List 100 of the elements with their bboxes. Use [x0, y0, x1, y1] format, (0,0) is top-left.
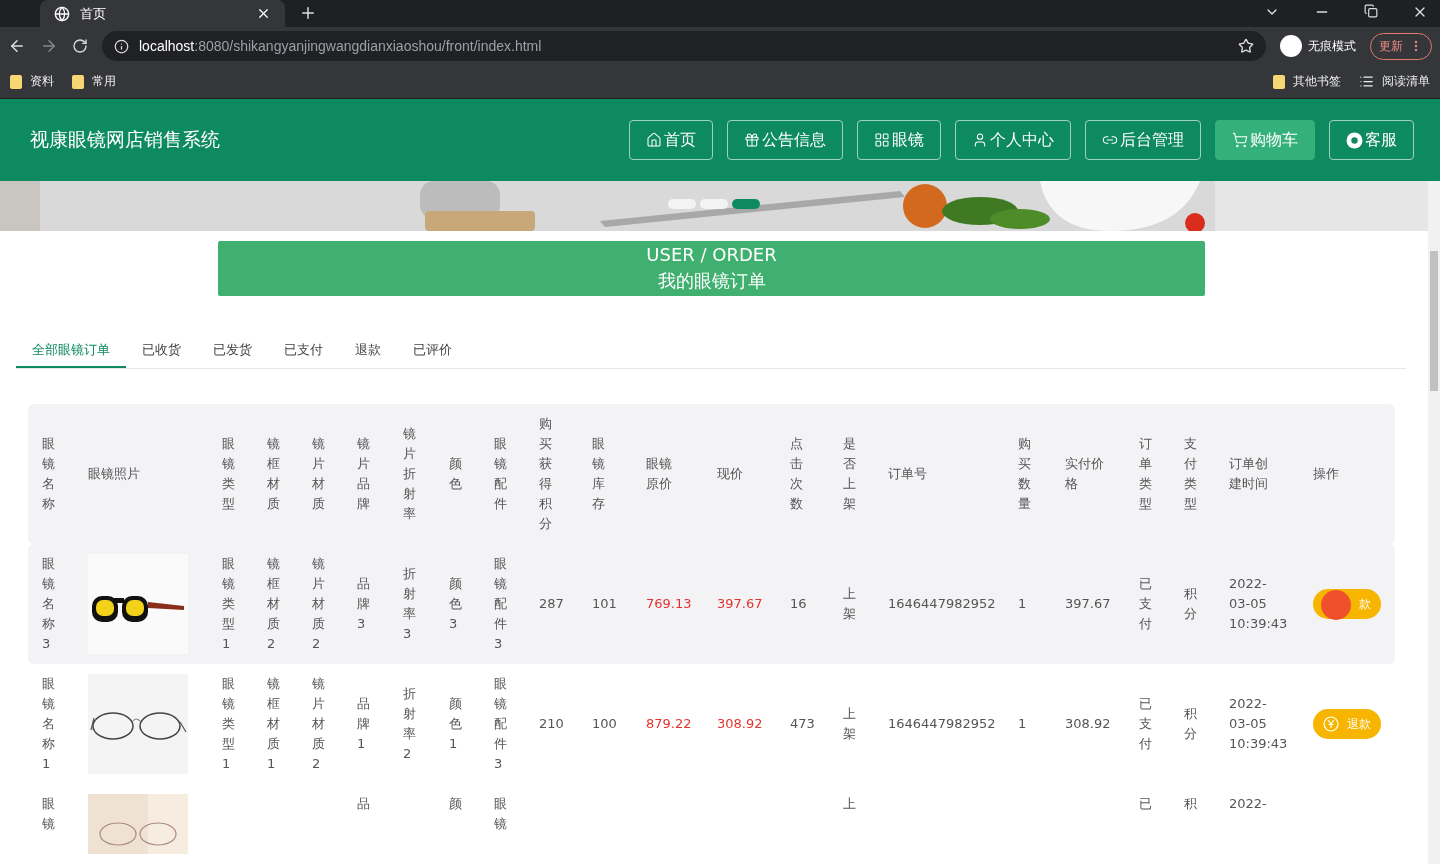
reload-icon[interactable]: [72, 38, 88, 54]
column-header: 眼镜库存: [592, 435, 606, 513]
incognito-icon: [1280, 35, 1302, 57]
cart-icon: [1232, 132, 1248, 148]
table-cell-text: 颜色3: [449, 575, 463, 633]
scrollbar-thumb[interactable]: [1430, 251, 1438, 391]
table-cell-text: 颜色1: [449, 695, 463, 753]
nav-button[interactable]: 眼镜: [857, 120, 941, 160]
table-cell-text: 已支付: [1139, 575, 1153, 633]
tab[interactable]: 退款: [339, 334, 397, 368]
globe-icon: [54, 5, 70, 22]
nav-button[interactable]: 后台管理: [1085, 120, 1201, 160]
table-cell-text: 已支付: [1139, 695, 1153, 753]
reading-list[interactable]: 阅读清单: [1359, 73, 1430, 90]
table-cell-text: 眼镜名称1: [42, 675, 56, 773]
column-header: 镜片折射率: [403, 425, 417, 523]
column-header: 眼镜类型: [222, 435, 236, 513]
folder-icon: [72, 74, 84, 89]
table-cell-text: 颜: [449, 795, 462, 813]
forward-icon[interactable]: [40, 37, 58, 55]
star-icon[interactable]: [1238, 38, 1254, 54]
column-header: 订单创建时间: [1229, 455, 1269, 493]
table-cell-text: 积分: [1184, 705, 1198, 743]
table-cell-text: 镜片材质2: [312, 675, 326, 773]
bookmark[interactable]: 其他书签: [1273, 73, 1341, 90]
browser-tab[interactable]: 首页: [40, 0, 285, 27]
table-cell-text: 镜框材质1: [267, 675, 281, 773]
column-header: 订单类型: [1139, 435, 1153, 513]
price: 769.13: [646, 595, 692, 613]
user-icon: [972, 132, 988, 148]
chat-icon: [1346, 131, 1363, 149]
back-icon[interactable]: [8, 37, 26, 55]
table-cell-text: 287: [539, 595, 564, 613]
table-cell-text: 眼镜配件3: [494, 555, 508, 653]
table-cell-text: 已: [1139, 795, 1152, 813]
table-cell-text: 473: [790, 715, 815, 733]
table-cell-text: 眼镜类型1: [222, 555, 236, 653]
tab-title: 首页: [80, 4, 107, 23]
site-title: 视康眼镜网店销售系统: [30, 127, 221, 152]
close-icon[interactable]: [256, 6, 271, 21]
table-cell-text: 397.67: [1065, 595, 1111, 613]
price: 879.22: [646, 715, 692, 733]
table-cell-text: 积: [1184, 795, 1197, 813]
table-cell-text: 2022-03-05 10:39:43: [1229, 695, 1288, 753]
table-cell-text: 品牌1: [357, 695, 371, 753]
price: 308.92: [717, 715, 763, 733]
gift-icon: [744, 132, 760, 148]
info-icon: [114, 38, 129, 54]
column-header: 点击次数: [790, 435, 804, 513]
column-header: 眼镜照片: [88, 465, 140, 483]
restore-icon[interactable]: [1364, 4, 1378, 18]
tab[interactable]: 已收货: [126, 334, 197, 368]
table-cell-text: 1: [1018, 595, 1027, 613]
folder-icon: [10, 74, 22, 89]
list-icon: [1359, 74, 1374, 89]
table-cell-text: 折射率3: [403, 565, 417, 643]
table-cell-text: 2022-: [1229, 795, 1267, 813]
new-tab-icon[interactable]: [299, 4, 317, 22]
column-header: 购买获得积分: [539, 415, 553, 533]
table-cell-text: 镜片材质2: [312, 555, 326, 653]
column-header: 镜框材质: [267, 435, 281, 513]
tab[interactable]: 已发货: [197, 334, 268, 368]
section-title: 我的眼镜订单: [657, 269, 766, 293]
nav-button[interactable]: 公告信息: [727, 120, 843, 160]
table-cell-text: 眼镜: [42, 795, 56, 833]
column-header: 订单号: [888, 465, 927, 483]
table-cell-text: 眼镜配件3: [494, 675, 508, 773]
table-cell-text: 折射率2: [403, 685, 417, 763]
table-cell-text: 眼镜类型1: [222, 675, 236, 773]
column-header: 实付价格: [1065, 455, 1105, 493]
table-cell-text: 16: [790, 595, 807, 613]
table-cell-text: 101: [592, 595, 617, 613]
tab[interactable]: 已评价: [397, 334, 468, 368]
bookmark[interactable]: 常用: [72, 73, 116, 90]
table-cell-text: 100: [592, 715, 617, 733]
nav-button[interactable]: 首页: [629, 120, 713, 160]
table-cell-text: 镜框材质2: [267, 555, 281, 653]
nav-button[interactable]: 个人中心: [955, 120, 1071, 160]
table-cell-text: 眼镜: [494, 795, 508, 833]
column-header: 支付类型: [1184, 435, 1198, 513]
table-cell-text: 上架: [843, 585, 857, 623]
tab[interactable]: 全部眼镜订单: [16, 334, 126, 368]
address-bar[interactable]: localhost:8080/shikangyanjingwangdianxiaoshou/front/index.html: [102, 31, 1266, 61]
table-cell-text: 眼镜名称3: [42, 555, 56, 653]
nav-button[interactable]: 客服: [1329, 120, 1414, 160]
bookmark[interactable]: 资料: [10, 73, 54, 90]
table-cell-text: 308.92: [1065, 715, 1111, 733]
table-cell-text: 2022-03-05 10:39:43: [1229, 575, 1288, 633]
column-header: 是否上架: [843, 435, 857, 513]
column-header: 购买数量: [1018, 435, 1032, 513]
home-icon: [646, 132, 662, 148]
table-cell-text: 上架: [843, 705, 857, 743]
column-header: 操作: [1313, 465, 1339, 483]
folder-icon: [1273, 74, 1285, 89]
column-header: 颜色: [449, 455, 463, 493]
tab[interactable]: 已支付: [268, 334, 339, 368]
column-header: 眼镜名称: [42, 435, 56, 513]
column-header: 眼镜原价: [646, 455, 673, 493]
column-header: 镜片品牌: [357, 435, 371, 513]
incognito-label: 无痕模式: [1308, 37, 1356, 55]
